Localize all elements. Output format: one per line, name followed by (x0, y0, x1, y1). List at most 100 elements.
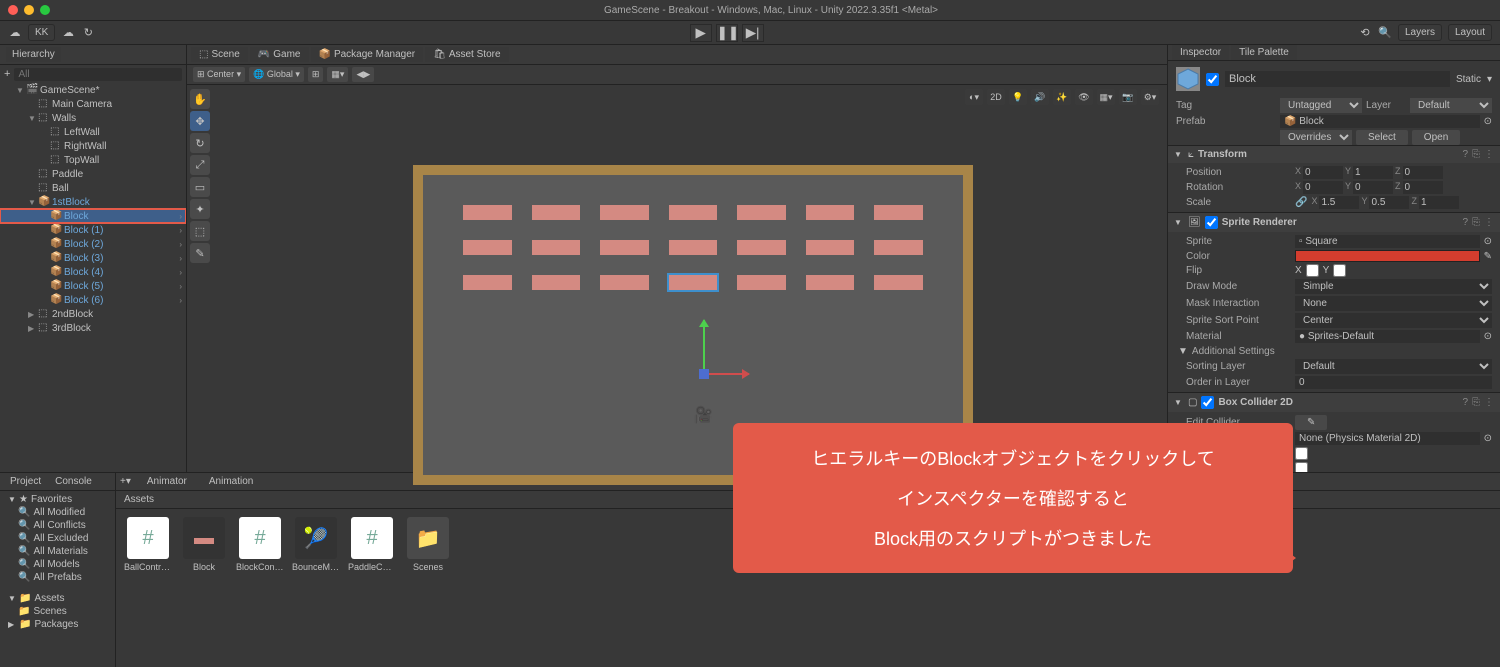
pause-button[interactable]: ❚❚ (716, 24, 738, 42)
layers-dropdown[interactable]: Layers (1398, 24, 1442, 41)
hierarchy-item[interactable]: 📦Block (5)› (0, 279, 186, 293)
hierarchy-item[interactable]: ⬚Paddle (0, 167, 186, 181)
favorites-folder[interactable]: ▼★ Favorites (4, 493, 111, 506)
hierarchy-tab[interactable]: Hierarchy (6, 47, 61, 62)
play-button[interactable]: ▶ (690, 24, 712, 42)
tab-package-manager[interactable]: 📦Package Manager (311, 47, 424, 62)
prefab-value[interactable]: 📦 Block (1280, 115, 1480, 128)
packages-folder[interactable]: ▶📁 Packages (4, 618, 111, 631)
add-asset-icon[interactable]: +▾ (120, 476, 131, 487)
search-all-prefabs[interactable]: 🔍 All Prefabs (4, 571, 111, 584)
color-field[interactable] (1295, 250, 1480, 262)
move-tool[interactable]: ✥ (190, 111, 210, 131)
box-collider-enabled[interactable] (1201, 396, 1214, 409)
tab-project[interactable]: Project (4, 474, 47, 489)
box-collider-header[interactable]: ▼ ▢ Box Collider 2D ?⎘⋮ (1168, 393, 1500, 412)
overrides-dropdown[interactable]: Overrides (1280, 130, 1352, 145)
shading-dropdown[interactable]: ◐▾ (965, 89, 983, 105)
position-y[interactable] (1353, 166, 1393, 179)
scale-y[interactable] (1369, 196, 1409, 209)
step-button[interactable]: ▶| (742, 24, 764, 42)
is-trigger-checkbox[interactable] (1295, 447, 1308, 460)
hierarchy-item[interactable]: ▼⬚Walls (0, 111, 186, 125)
hierarchy-item[interactable]: ▶⬚2ndBlock (0, 307, 186, 321)
tab-asset-store[interactable]: 🛍Asset Store (425, 47, 508, 62)
hierarchy-item[interactable]: 📦Block (3)› (0, 251, 186, 265)
grid-icon[interactable]: ▦▾ (327, 67, 348, 82)
tab-inspector[interactable]: Inspector (1172, 45, 1229, 60)
camera-icon[interactable]: 📷 (1119, 89, 1137, 105)
cloud-icon[interactable]: ☁ (8, 26, 22, 40)
custom-tool[interactable]: ✎ (190, 243, 210, 263)
tab-animator[interactable]: Animator (141, 474, 193, 489)
draw-mode-dropdown[interactable]: Simple (1295, 279, 1492, 294)
hierarchy-item[interactable]: ⬚Ball (0, 181, 186, 195)
hierarchy-item[interactable]: 📦Block (4)› (0, 265, 186, 279)
tab-tile-palette[interactable]: Tile Palette (1231, 45, 1297, 60)
layout-dropdown[interactable]: Layout (1448, 24, 1492, 41)
search-all-modified[interactable]: 🔍 All Modified (4, 506, 111, 519)
asset-item[interactable]: 📁Scenes (404, 517, 452, 572)
scene-viewport[interactable]: ✋ ✥ ↻ ⤢ ▭ ✦ ⬚ ✎ ◐▾ 2D 💡 🔊 ✨ 👁 ▦▾ 📷 (187, 85, 1167, 472)
mask-interaction-dropdown[interactable]: None (1295, 296, 1492, 311)
rotate-tool[interactable]: ↻ (190, 133, 210, 153)
gizmos-icon[interactable]: ⚙▾ (1141, 89, 1159, 105)
gizmo-x-axis[interactable] (705, 373, 749, 375)
transform-tool[interactable]: ✦ (190, 199, 210, 219)
hierarchy-item[interactable]: ⬚TopWall (0, 153, 186, 167)
add-icon[interactable]: + (4, 68, 10, 80)
layers-icon[interactable]: ▦▾ (1097, 89, 1115, 105)
hierarchy-item[interactable]: ▼🎬GameScene* (0, 83, 186, 97)
gameobject-name-field[interactable] (1225, 71, 1450, 87)
hierarchy-item[interactable]: ⬚LeftWall (0, 125, 186, 139)
link-icon[interactable]: 🔗 (1295, 197, 1307, 208)
view-tool[interactable]: ✋ (190, 89, 210, 109)
gameobject-icon[interactable] (1176, 67, 1200, 91)
assets-folder[interactable]: ▼📁 Assets (4, 592, 111, 605)
gizmo-center[interactable] (699, 369, 709, 379)
rotation-y[interactable] (1353, 181, 1393, 194)
history-icon[interactable]: ↻ (81, 26, 95, 40)
used-by-effector-checkbox[interactable] (1295, 462, 1308, 472)
space-dropdown[interactable]: 🌐 Global ▾ (249, 67, 304, 82)
tab-console[interactable]: Console (49, 474, 98, 489)
scale-x[interactable] (1319, 196, 1359, 209)
transform-header[interactable]: ▼ ⟀ Transform ?⎘⋮ (1168, 146, 1500, 163)
hierarchy-item[interactable]: ▼📦1stBlock (0, 195, 186, 209)
minimize-window-button[interactable] (24, 5, 34, 15)
tag-dropdown[interactable]: Untagged (1280, 98, 1362, 113)
maximize-window-button[interactable] (40, 5, 50, 15)
preset-icon[interactable]: ⎘ (1472, 149, 1480, 160)
mode-2d-toggle[interactable]: 2D (987, 89, 1005, 105)
snap-icon[interactable]: ⊞ (308, 67, 324, 82)
menu-icon[interactable]: ⋮ (1484, 149, 1494, 160)
static-dropdown-icon[interactable]: ▾ (1487, 74, 1492, 85)
help-icon[interactable]: ? (1462, 149, 1468, 160)
hidden-icon[interactable]: 👁 (1075, 89, 1093, 105)
close-window-button[interactable] (8, 5, 18, 15)
hierarchy-search[interactable] (14, 68, 182, 81)
sprite-field[interactable]: ▫ Square (1295, 235, 1480, 248)
search-all-conflicts[interactable]: 🔍 All Conflicts (4, 519, 111, 532)
prefab-open-icon[interactable]: ⊙ (1484, 116, 1492, 127)
flip-y[interactable] (1333, 264, 1346, 277)
sprite-renderer-enabled[interactable] (1205, 216, 1218, 229)
layer-dropdown[interactable]: Default (1410, 98, 1492, 113)
position-x[interactable] (1303, 166, 1343, 179)
hierarchy-item[interactable]: 📦Block› (0, 209, 186, 223)
rotation-x[interactable] (1303, 181, 1343, 194)
prefab-select-button[interactable]: Select (1356, 130, 1408, 145)
lighting-icon[interactable]: 💡 (1009, 89, 1027, 105)
asset-item[interactable]: #PaddleCon... (348, 517, 396, 572)
scene-canvas[interactable]: ◐▾ 2D 💡 🔊 ✨ 👁 ▦▾ 📷 ⚙▾ (213, 85, 1167, 472)
physics-material-field[interactable]: None (Physics Material 2D) (1295, 432, 1480, 445)
flip-x[interactable] (1306, 264, 1319, 277)
search-all-materials[interactable]: 🔍 All Materials (4, 545, 111, 558)
search-all-excluded[interactable]: 🔍 All Excluded (4, 532, 111, 545)
asset-item[interactable]: #BallControl... (124, 517, 172, 572)
tab-animation[interactable]: Animation (203, 474, 259, 489)
undo-icon[interactable]: ⟲ (1358, 26, 1372, 40)
tab-scene[interactable]: ⬚Scene (191, 47, 248, 62)
audio-icon[interactable]: 🔊 (1031, 89, 1049, 105)
search-icon[interactable]: 🔍 (1378, 26, 1392, 40)
